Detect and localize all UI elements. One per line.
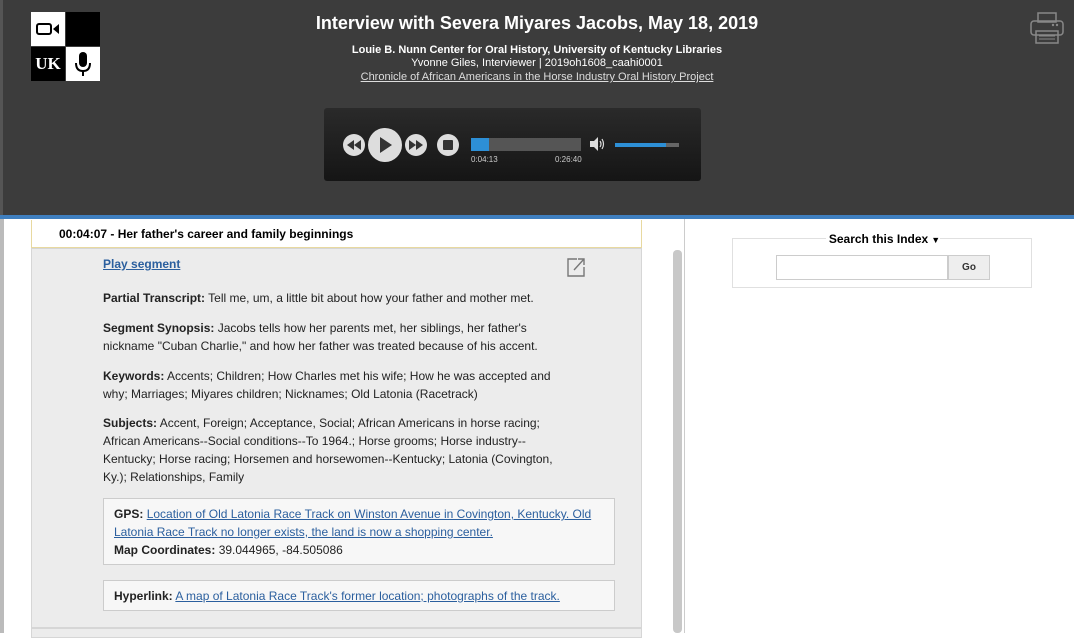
next-segment[interactable] <box>31 628 642 638</box>
gps-box: GPS: Location of Old Latonia Race Track … <box>103 498 615 565</box>
duration-time: 0:26:40 <box>555 155 582 164</box>
keywords-text: Accents; Children; How Charles met his w… <box>103 369 551 401</box>
subjects-label: Subjects: <box>103 416 158 430</box>
project-link-text[interactable]: Chronicle of African Americans in the Ho… <box>361 71 714 83</box>
volume-slider[interactable] <box>615 143 679 147</box>
play-button[interactable] <box>368 128 402 162</box>
segment-header[interactable]: 00:04:07 - Her father's career and famil… <box>31 220 642 248</box>
keywords: Keywords: Accents; Children; How Charles… <box>103 367 563 403</box>
partial-label: Partial Transcript: <box>103 291 206 305</box>
project-link: Chronicle of African Americans in the Ho… <box>0 71 1074 83</box>
volume-icon[interactable] <box>590 137 606 151</box>
synopsis-label: Segment Synopsis: <box>103 321 215 335</box>
subjects-text: Accent, Foreign; Acceptance, Social; Afr… <box>103 416 553 484</box>
go-button[interactable]: Go <box>948 255 990 280</box>
volume-fill <box>615 143 667 147</box>
search-panel: Search this Index ▼ Go <box>732 232 1032 288</box>
stop-button[interactable] <box>437 134 459 156</box>
coords-label: Map Coordinates: <box>114 543 216 557</box>
caret-down-icon: ▼ <box>931 235 941 245</box>
page-title: Interview with Severa Miyares Jacobs, Ma… <box>315 13 759 33</box>
media-player: 0:04:13 0:26:40 <box>324 108 701 181</box>
current-time: 0:04:13 <box>471 155 498 164</box>
fast-forward-button[interactable] <box>405 134 427 156</box>
printer-icon[interactable] <box>1030 11 1064 45</box>
institution-text: Louie B. Nunn Center for Oral History, U… <box>351 44 723 56</box>
share-icon[interactable] <box>565 256 587 278</box>
segment-synopsis: Segment Synopsis: Jacobs tells how her p… <box>103 319 563 355</box>
keywords-label: Keywords: <box>103 369 165 383</box>
coords-value: 39.044965, -84.505086 <box>218 543 343 557</box>
scrollbar[interactable] <box>673 250 682 633</box>
subjects: Subjects: Accent, Foreign; Acceptance, S… <box>103 414 563 486</box>
hyperlink-label: Hyperlink: <box>114 589 173 603</box>
search-label: Search this Index <box>825 232 932 246</box>
hyperlink-link[interactable]: A map of Latonia Race Track's former loc… <box>175 589 560 603</box>
progress-bar[interactable] <box>471 138 581 151</box>
progress-fill <box>471 138 489 151</box>
interviewer-text: Yvonne Giles, Interviewer | 2019oh1608_c… <box>411 57 663 69</box>
hyperlink-box: Hyperlink: A map of Latonia Race Track's… <box>103 580 615 611</box>
partial-transcript: Partial Transcript: Tell me, um, a littl… <box>103 289 563 307</box>
search-toggle[interactable]: Search this Index ▼ <box>733 232 1033 246</box>
partial-text: Tell me, um, a little bit about how your… <box>208 291 534 305</box>
segment-heading: 00:04:07 - Her father's career and famil… <box>59 227 354 241</box>
rewind-button[interactable] <box>343 134 365 156</box>
gps-link[interactable]: Location of Old Latonia Race Track on Wi… <box>114 507 591 539</box>
search-input[interactable] <box>776 255 948 280</box>
gps-label: GPS: <box>114 507 144 521</box>
play-segment-link[interactable]: Play segment <box>103 257 180 271</box>
pane-divider <box>684 219 685 633</box>
